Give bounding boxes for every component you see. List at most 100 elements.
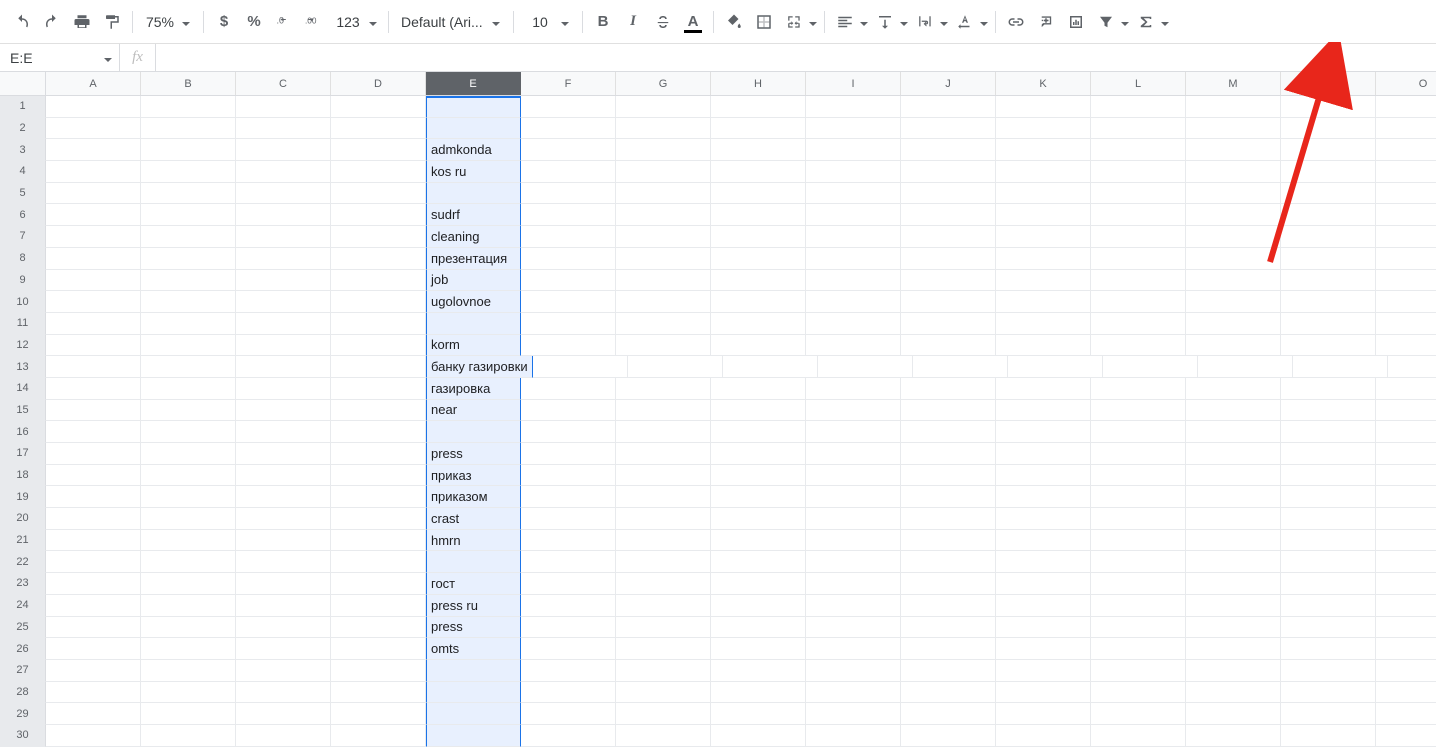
cell[interactable] bbox=[1281, 118, 1376, 140]
cell[interactable] bbox=[616, 400, 711, 422]
cell[interactable] bbox=[521, 248, 616, 270]
cell[interactable]: job bbox=[426, 270, 521, 292]
cell[interactable] bbox=[616, 703, 711, 725]
cell[interactable] bbox=[1376, 226, 1436, 248]
cell[interactable] bbox=[1091, 617, 1186, 639]
cell[interactable] bbox=[1281, 313, 1376, 335]
font-size-combo[interactable]: 10 bbox=[520, 8, 576, 36]
cell[interactable] bbox=[1091, 682, 1186, 704]
cell[interactable] bbox=[426, 660, 521, 682]
cell[interactable] bbox=[46, 530, 141, 552]
cell[interactable] bbox=[806, 378, 901, 400]
cell[interactable] bbox=[996, 508, 1091, 530]
cell[interactable] bbox=[236, 161, 331, 183]
cell[interactable] bbox=[996, 486, 1091, 508]
cell[interactable] bbox=[1091, 96, 1186, 118]
cell[interactable] bbox=[901, 486, 996, 508]
cell[interactable] bbox=[46, 703, 141, 725]
cell[interactable]: press bbox=[426, 443, 521, 465]
cell[interactable] bbox=[806, 486, 901, 508]
cell[interactable] bbox=[46, 291, 141, 313]
cell[interactable] bbox=[901, 204, 996, 226]
merge-dropdown-icon[interactable] bbox=[808, 17, 818, 27]
cell[interactable] bbox=[996, 139, 1091, 161]
cell[interactable] bbox=[806, 595, 901, 617]
cell[interactable] bbox=[521, 703, 616, 725]
bold-button[interactable]: B bbox=[589, 8, 617, 36]
cell[interactable] bbox=[1281, 638, 1376, 660]
cell[interactable] bbox=[901, 226, 996, 248]
zoom-combo[interactable]: 75% bbox=[139, 8, 197, 36]
functions-button[interactable] bbox=[1132, 8, 1160, 36]
cell[interactable] bbox=[806, 465, 901, 487]
cell[interactable] bbox=[1281, 443, 1376, 465]
cell[interactable] bbox=[711, 508, 806, 530]
cell[interactable] bbox=[1281, 595, 1376, 617]
cell[interactable] bbox=[1091, 486, 1186, 508]
cell[interactable] bbox=[1281, 183, 1376, 205]
cell[interactable] bbox=[1281, 226, 1376, 248]
cell[interactable] bbox=[236, 486, 331, 508]
cell[interactable] bbox=[236, 465, 331, 487]
cell[interactable] bbox=[1091, 551, 1186, 573]
cell[interactable]: презентация bbox=[426, 248, 521, 270]
cell[interactable] bbox=[141, 595, 236, 617]
cell[interactable] bbox=[996, 96, 1091, 118]
cell[interactable] bbox=[46, 725, 141, 747]
cell[interactable] bbox=[46, 356, 141, 378]
cell[interactable] bbox=[1091, 660, 1186, 682]
cell[interactable] bbox=[331, 638, 426, 660]
row-header[interactable]: 14 bbox=[0, 378, 46, 400]
cell[interactable]: гост bbox=[426, 573, 521, 595]
cell[interactable] bbox=[616, 118, 711, 140]
cell[interactable] bbox=[331, 530, 426, 552]
cell[interactable] bbox=[236, 270, 331, 292]
cell[interactable] bbox=[236, 118, 331, 140]
cell[interactable] bbox=[1186, 421, 1281, 443]
cell[interactable] bbox=[1376, 660, 1436, 682]
cell[interactable]: near bbox=[426, 400, 521, 422]
row-header[interactable]: 30 bbox=[0, 725, 46, 747]
cell[interactable] bbox=[1376, 617, 1436, 639]
cell[interactable] bbox=[236, 530, 331, 552]
cell[interactable] bbox=[521, 291, 616, 313]
cell[interactable] bbox=[46, 660, 141, 682]
cell[interactable] bbox=[1376, 204, 1436, 226]
cell[interactable] bbox=[711, 638, 806, 660]
cell[interactable] bbox=[1186, 313, 1281, 335]
cell[interactable] bbox=[901, 638, 996, 660]
cell[interactable] bbox=[141, 443, 236, 465]
cell[interactable] bbox=[521, 725, 616, 747]
cell[interactable] bbox=[141, 291, 236, 313]
cell[interactable] bbox=[1281, 530, 1376, 552]
cell[interactable] bbox=[236, 725, 331, 747]
cell[interactable] bbox=[426, 725, 521, 747]
cell[interactable] bbox=[711, 248, 806, 270]
cell[interactable] bbox=[1281, 682, 1376, 704]
cell[interactable] bbox=[521, 204, 616, 226]
cell[interactable] bbox=[521, 270, 616, 292]
cell[interactable] bbox=[1186, 226, 1281, 248]
column-header[interactable]: L bbox=[1091, 72, 1186, 95]
cell[interactable]: газировка bbox=[426, 378, 521, 400]
cell[interactable] bbox=[1281, 508, 1376, 530]
column-header[interactable]: N bbox=[1281, 72, 1376, 95]
cell[interactable] bbox=[1186, 530, 1281, 552]
cell[interactable] bbox=[1186, 183, 1281, 205]
cell[interactable] bbox=[806, 530, 901, 552]
cell[interactable] bbox=[1186, 291, 1281, 313]
cell[interactable] bbox=[616, 270, 711, 292]
cell[interactable] bbox=[236, 617, 331, 639]
cell[interactable] bbox=[331, 161, 426, 183]
cell[interactable] bbox=[806, 660, 901, 682]
row-header[interactable]: 15 bbox=[0, 400, 46, 422]
cell[interactable] bbox=[521, 508, 616, 530]
cell[interactable] bbox=[141, 551, 236, 573]
cell[interactable] bbox=[1376, 703, 1436, 725]
cell[interactable] bbox=[1091, 443, 1186, 465]
cell[interactable] bbox=[521, 617, 616, 639]
cell[interactable] bbox=[331, 335, 426, 357]
halign-dropdown-icon[interactable] bbox=[859, 17, 869, 27]
cell[interactable] bbox=[331, 617, 426, 639]
cell[interactable] bbox=[141, 356, 236, 378]
